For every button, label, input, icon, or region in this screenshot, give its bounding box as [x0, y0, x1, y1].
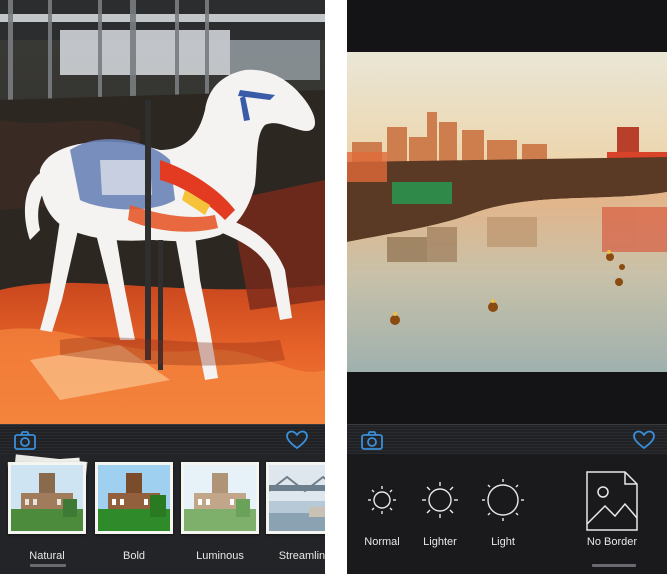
filter-screen: Natural Bold Luminous Streamlin	[0, 0, 325, 574]
filter-streamline[interactable]: Streamline	[266, 462, 325, 562]
heart-icon[interactable]	[285, 429, 309, 451]
option-light[interactable]: Light	[478, 466, 528, 548]
selected-filter-indicator	[30, 564, 66, 567]
photo-spacer	[347, 372, 667, 424]
border-options-strip: Normal Lighter Light No Border	[347, 454, 667, 574]
filter-label: Luminous	[196, 550, 244, 562]
filter-natural[interactable]: Natural	[7, 454, 88, 562]
natural-thumbnail	[8, 462, 86, 534]
action-bar	[347, 424, 667, 454]
option-lighter[interactable]: Lighter	[415, 466, 465, 548]
option-no-border[interactable]: No Border	[583, 466, 641, 548]
carousel-horse-photo	[0, 0, 325, 424]
filter-bold[interactable]: Bold	[95, 462, 173, 562]
filter-label: Natural	[29, 550, 65, 562]
filter-label: Streamline	[278, 550, 325, 562]
city-river-photo	[347, 52, 667, 372]
option-label: Normal	[364, 536, 400, 548]
filter-strip: Natural Bold Luminous Streamlin	[0, 454, 325, 574]
photo-no-border-icon	[586, 471, 638, 531]
sun-small-icon	[368, 486, 396, 514]
camera-icon[interactable]	[360, 429, 384, 451]
streamline-thumbnail	[266, 462, 325, 534]
bold-thumbnail	[95, 462, 173, 534]
option-normal[interactable]: Normal	[357, 466, 407, 548]
camera-icon[interactable]	[13, 429, 37, 451]
luminous-thumbnail	[181, 462, 259, 534]
sun-medium-icon	[422, 482, 458, 518]
top-bar	[347, 0, 667, 52]
border-screen: Normal Lighter Light No Border	[347, 0, 667, 574]
action-bar	[0, 424, 325, 454]
sun-large-icon	[482, 479, 524, 521]
heart-icon[interactable]	[632, 429, 656, 451]
option-label: Lighter	[423, 536, 457, 548]
option-label: No Border	[586, 536, 638, 548]
selected-option-indicator	[592, 564, 636, 567]
filter-label: Bold	[122, 550, 146, 562]
filter-luminous[interactable]: Luminous	[181, 462, 259, 562]
option-label: Light	[491, 536, 515, 548]
